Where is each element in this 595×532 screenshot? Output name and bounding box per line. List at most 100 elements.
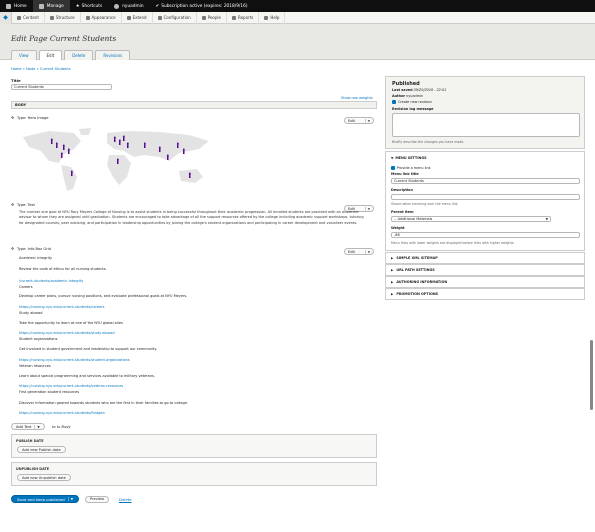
revision-log-label: Revision log message	[392, 107, 434, 111]
section-label: URL PATH SETTINGS	[396, 268, 435, 272]
shortcut-star-icon[interactable]: ☆	[105, 35, 110, 42]
description-hint: Shown when hovering over the menu link.	[391, 202, 459, 206]
triangle-down-icon: ▼	[391, 156, 394, 160]
add-publish-date-button[interactable]: Add new Publish date	[17, 446, 66, 453]
chevron-down-icon[interactable]: ▼	[364, 249, 370, 254]
preview-button[interactable]: Preview	[85, 495, 110, 503]
paragraph-text-header: ✥ Type: Text	[11, 203, 35, 208]
parent-item-label: Parent item	[391, 210, 414, 214]
checkbox-checked-icon[interactable]	[392, 100, 396, 104]
authoring-information-section[interactable]: ▶ AUTHORING INFORMATION	[385, 276, 585, 288]
grid-item-text: Get involved in student government and l…	[19, 347, 158, 351]
star-icon: ★	[75, 3, 80, 9]
body-field-header: BODY	[11, 101, 377, 109]
paragraph-type-label: Type: Text	[17, 203, 35, 207]
promotion-options-section[interactable]: ▶ PROMOTION OPTIONS	[385, 288, 585, 300]
save-button[interactable]: Save and keep published ▼	[11, 495, 80, 503]
to-body-label: to to Body	[52, 425, 71, 429]
reports-icon	[232, 15, 236, 20]
grid-item-link[interactable]: https://nursing.nyu.edu/current-students…	[19, 305, 104, 309]
delete-link[interactable]: Delete	[119, 497, 131, 502]
edit-button-label: Edit	[348, 249, 355, 254]
toolbar-user-label: nyuadmin	[122, 3, 144, 9]
structure-icon	[49, 15, 54, 20]
edit-button[interactable]: Edit ▼	[344, 117, 374, 124]
grid-item-link[interactable]: /current-students/academic-integrity	[19, 279, 83, 283]
menu-item-help[interactable]: Help	[259, 11, 286, 24]
menu-item-reports[interactable]: Reports	[227, 11, 260, 24]
chevron-down-icon[interactable]: ▼	[364, 118, 370, 123]
description-label: Description	[391, 188, 413, 192]
paragraph-text-content: The number one goal at NYU Rory Meyers C…	[19, 210, 364, 225]
local-tasks: View Edit Delete Revisions	[11, 50, 132, 60]
grid-item-title: Academic Integrity	[19, 256, 53, 260]
title-input[interactable]: Current Students	[11, 84, 112, 90]
edit-button[interactable]: Edit ▼	[344, 248, 374, 255]
grid-item-link[interactable]: https://nursing.nyu.edu/current-students…	[19, 358, 130, 362]
author-value: nyuadmin	[406, 94, 424, 98]
unpublish-date-fieldset: UNPUBLISH DATE Add new Unpublish date	[11, 462, 377, 486]
grid-item-link[interactable]: https://nursing.nyu.edu/current-students…	[19, 331, 115, 335]
provide-menu-checkbox[interactable]: Provide a menu link	[391, 166, 431, 170]
toolbar-manage[interactable]: Manage	[32, 0, 70, 12]
simple-xml-sitemap-section[interactable]: ▶ SIMPLE XML SITEMAP	[385, 252, 585, 264]
weight-input[interactable]: -86	[391, 232, 580, 238]
extend-icon	[126, 15, 131, 20]
parent-item-value: -- Additional Materials	[394, 217, 433, 221]
grid-item-text: Review the code of ethics for all nursin…	[19, 267, 107, 271]
toolbar-shortcuts-label: Shortcuts	[81, 3, 103, 9]
parent-item-select[interactable]: -- Additional Materials ▼	[391, 216, 551, 222]
create-revision-checkbox[interactable]: Create new revision	[392, 100, 432, 104]
tab-delete[interactable]: Delete	[64, 50, 94, 60]
checkbox-checked-icon[interactable]	[391, 166, 395, 170]
grid-item-text: Learn about special programming and serv…	[19, 374, 155, 378]
grid-item-link[interactable]: https://nursing.nyu.edu/current-students…	[19, 384, 123, 388]
menu-item-people[interactable]: People	[197, 11, 227, 24]
drag-handle-icon[interactable]: ✥	[11, 116, 15, 120]
menu-item-extend[interactable]: Extend	[122, 11, 153, 24]
toolbar-shortcuts[interactable]: ★ Shortcuts	[70, 0, 108, 12]
appearance-icon	[85, 15, 90, 20]
add-unpublish-date-button[interactable]: Add new Unpublish date	[17, 474, 71, 481]
scrollbar[interactable]	[590, 340, 593, 410]
triangle-right-icon: ▶	[391, 280, 394, 284]
menu-item-appearance[interactable]: Appearance	[81, 11, 122, 24]
menu-item-structure[interactable]: Structure	[45, 11, 81, 24]
grid-item-link[interactable]: https://nursing.nyu.edu/current-students…	[19, 411, 105, 415]
tab-edit[interactable]: Edit	[38, 50, 63, 60]
menu-item-label: Reports	[238, 15, 254, 20]
toolbar-subscription[interactable]: ✔ Subscription active (expires: 2018/9/16…	[150, 0, 254, 12]
menu-title-label: Menu link title	[391, 172, 419, 176]
add-text-button[interactable]: Add Text ▼	[11, 423, 45, 430]
breadcrumb[interactable]: Home » Node » Current Students	[11, 67, 71, 71]
drag-handle-icon[interactable]: ✥	[11, 203, 15, 207]
section-label: PROMOTION OPTIONS	[396, 292, 439, 296]
chevron-down-icon[interactable]: ▼	[67, 497, 73, 501]
tab-revisions[interactable]: Revisions	[95, 50, 131, 60]
to-body-target: to Body	[56, 425, 71, 429]
last-saved-value: 09/20/2016 - 22:01	[413, 88, 447, 92]
toolbar-manage-label: Manage	[46, 3, 64, 9]
paragraph-grid-header: ✥ Type: Info Box Grid	[11, 247, 51, 252]
show-row-weights-link[interactable]: Show row weights	[341, 96, 373, 100]
menu-title-input[interactable]: Current Students	[391, 178, 580, 184]
paragraph-hero-header: ✥ Type: Hero Image	[11, 116, 49, 121]
tab-view[interactable]: View	[11, 50, 37, 60]
chevron-down-icon[interactable]: ▼	[34, 424, 40, 429]
menu-settings-summary[interactable]: ▼ MENU SETTINGS	[391, 156, 427, 160]
grid-item-title: Careers	[19, 285, 33, 289]
section-label: AUTHORING INFORMATION	[396, 280, 448, 284]
drupal-logo-icon[interactable]: ◆	[0, 11, 12, 24]
drag-handle-icon[interactable]: ✥	[11, 247, 15, 251]
menu-settings-label: MENU SETTINGS	[395, 156, 427, 160]
add-text-label: Add Text	[16, 424, 32, 429]
menu-item-configuration[interactable]: Configuration	[153, 11, 197, 24]
url-path-settings-section[interactable]: ▶ URL PATH SETTINGS	[385, 264, 585, 276]
description-input[interactable]	[391, 194, 580, 200]
toolbar-home[interactable]: Home	[0, 0, 33, 12]
toolbar-user[interactable]: nyuadmin	[108, 0, 149, 12]
menu-item-content[interactable]: Content	[12, 11, 45, 24]
form-actions: Save and keep published ▼ Preview Delete	[11, 495, 132, 503]
revision-log-textarea[interactable]	[392, 113, 580, 137]
create-revision-label: Create new revision	[398, 100, 432, 104]
